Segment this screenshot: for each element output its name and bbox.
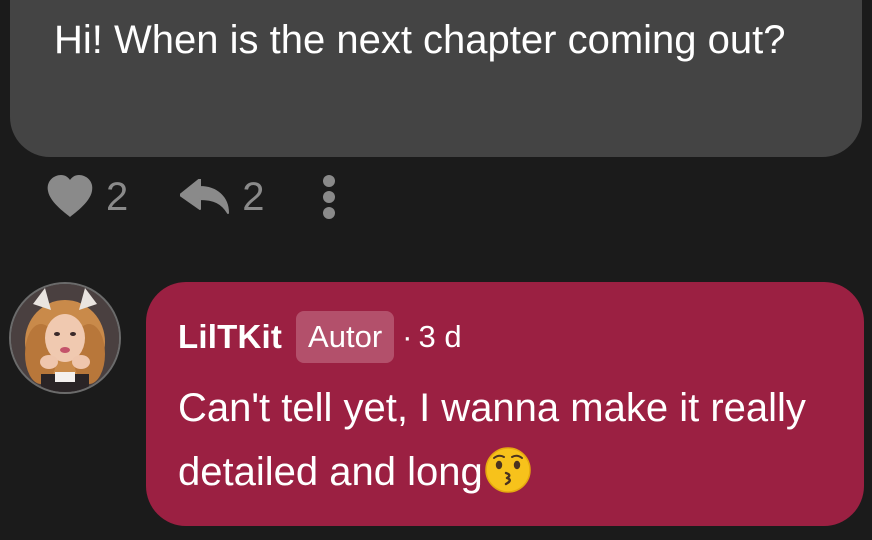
author-badge: Autor — [296, 311, 395, 363]
reply-count: 2 — [242, 175, 265, 219]
reply-bubble: LilTKit Autor · 3 d Can't tell yet, I wa… — [146, 282, 864, 526]
comment-thread: Hi! When is the next chapter coming out?… — [0, 0, 872, 540]
separator-dot: · — [402, 319, 413, 354]
reply-button[interactable]: 2 — [180, 172, 265, 222]
vertical-dots-icon[interactable] — [321, 175, 337, 219]
heart-icon — [46, 175, 94, 219]
reply-text-block: Can't tell yet, I wanna make it really d… — [178, 376, 838, 512]
reply-arrow-icon — [180, 179, 230, 215]
avatar[interactable] — [9, 282, 121, 394]
timestamp: 3 d — [418, 319, 462, 354]
kissing-face-emoji — [484, 447, 531, 512]
like-count: 2 — [106, 175, 129, 219]
author-name[interactable]: LilTKit — [178, 318, 282, 356]
like-button[interactable]: 2 — [46, 172, 128, 222]
comment-text: Hi! When is the next chapter coming out? — [54, 18, 786, 62]
comment-bubble: Hi! When is the next chapter coming out? — [10, 0, 862, 157]
reply-header: LilTKit Autor · 3 d — [178, 310, 462, 364]
comment-actions: 2 2 — [46, 172, 337, 222]
